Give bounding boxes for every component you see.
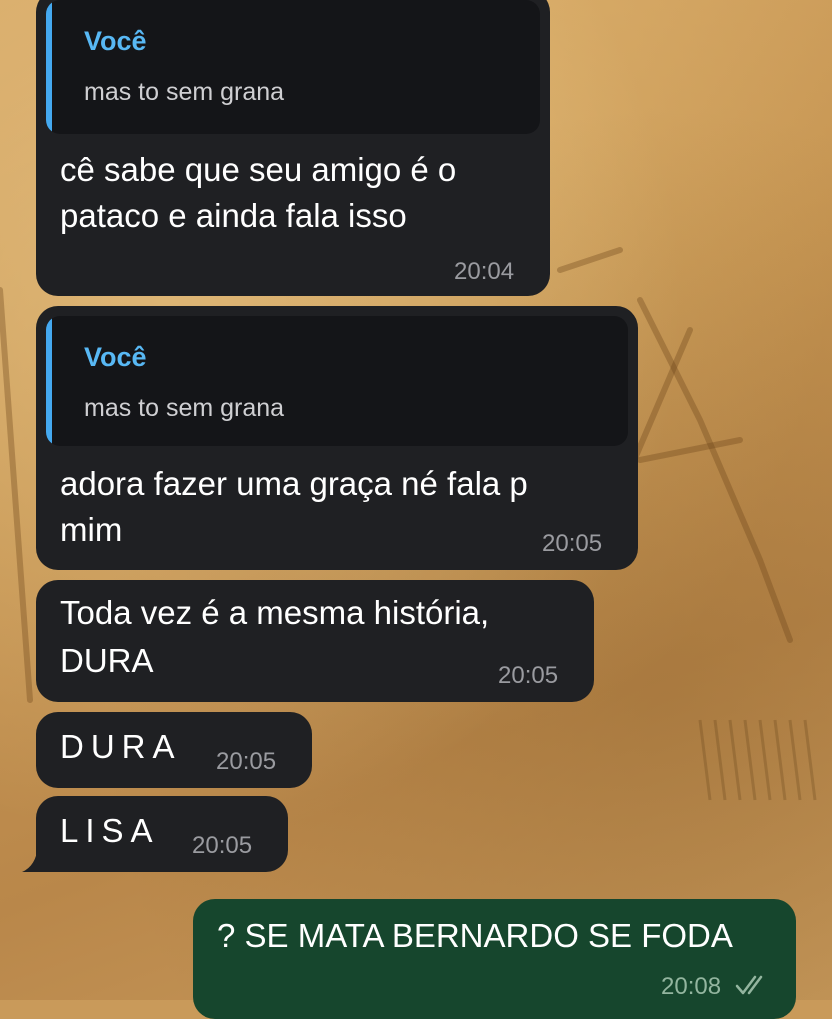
- bubble-tail: [22, 846, 46, 872]
- reply-accent-bar: [46, 0, 52, 134]
- message-bubble[interactable]: Você mas to sem grana cê sabe que seu am…: [36, 0, 550, 296]
- message-time: 20:04: [454, 258, 515, 285]
- message-time: 20:08: [661, 973, 722, 1000]
- reply-text: mas to sem grana: [84, 394, 285, 422]
- message-time: 20:05: [216, 748, 277, 775]
- message-time: 20:05: [498, 662, 559, 689]
- message-bubble[interactable]: Toda vez é a mesma história, DURA 20:05: [36, 580, 594, 702]
- message-text-line: cê sabe que seu amigo é o: [60, 151, 457, 188]
- message-text-line: mim: [60, 511, 123, 548]
- message-time: 20:05: [192, 832, 253, 859]
- message-bubble[interactable]: LISA 20:05: [36, 796, 288, 872]
- message-time: 20:05: [542, 530, 603, 557]
- message-text-line: DURA: [60, 642, 154, 679]
- message-bubble[interactable]: ? SE MATA BERNARDO SE FODA 20:08: [193, 899, 796, 1019]
- reply-accent-bar: [46, 316, 52, 446]
- message-bubble[interactable]: DURA 20:05: [36, 712, 312, 788]
- reply-author: Você: [84, 342, 147, 372]
- message-text-line: LISA: [60, 812, 160, 849]
- message-text-line: ? SE MATA BERNARDO SE FODA: [217, 917, 733, 954]
- message-bubble[interactable]: Você mas to sem grana adora fazer uma gr…: [36, 306, 638, 570]
- message-text-line: adora fazer uma graça né fala p: [60, 465, 528, 502]
- reply-author: Você: [84, 26, 147, 56]
- reply-text: mas to sem grana: [84, 78, 285, 106]
- message-text-line: pataco e ainda fala isso: [60, 197, 407, 234]
- message-text-line: DURA: [60, 728, 182, 765]
- message-text-line: Toda vez é a mesma história,: [60, 594, 490, 631]
- reply-quote[interactable]: Você mas to sem grana: [46, 0, 540, 134]
- reply-quote[interactable]: Você mas to sem grana: [46, 316, 628, 446]
- double-check-icon: [735, 975, 763, 995]
